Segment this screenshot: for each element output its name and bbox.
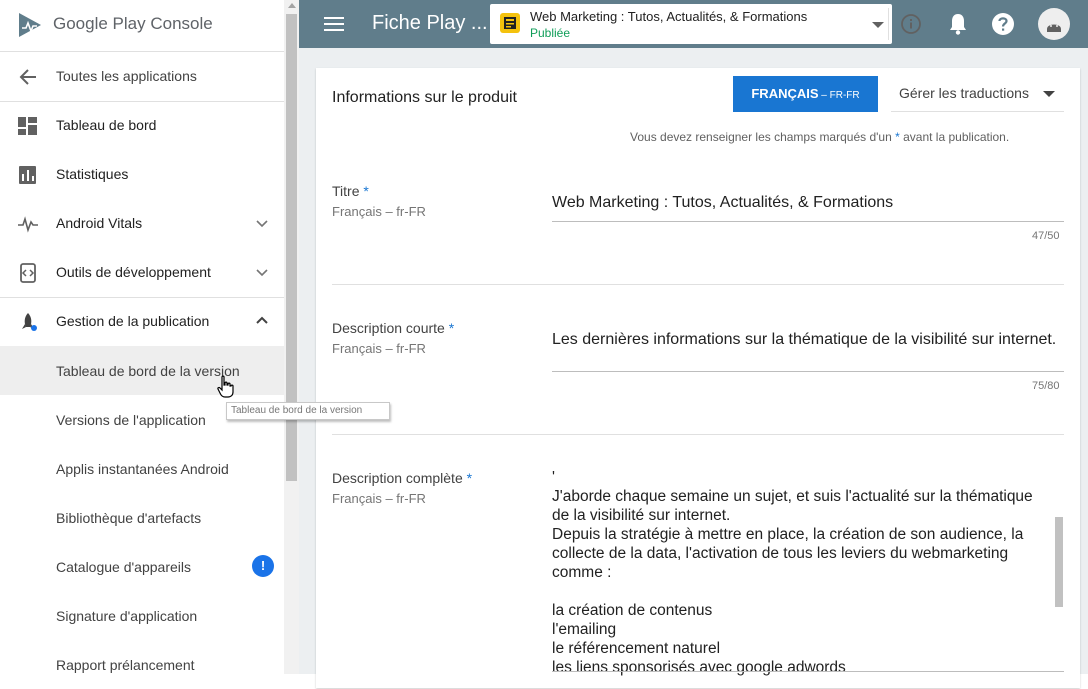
title-field-label: Titre * [332, 183, 369, 199]
sidebar-subitem-label: Signature d'application [56, 608, 198, 624]
required-fields-note: Vous devez renseigner les champs marqués… [630, 130, 1010, 144]
full-desc-line [552, 582, 1057, 601]
sidebar-item-statistics[interactable]: Statistiques [0, 150, 284, 199]
sidebar: Google Play Console Toutes les applicati… [0, 0, 284, 674]
card-title: Informations sur le produit [332, 89, 517, 106]
full-desc-line: ' [552, 469, 555, 486]
chevron-down-icon [256, 269, 268, 277]
sidebar-subitem-label: Applis instantanées Android [56, 461, 229, 477]
manage-translations-dropdown[interactable]: Gérer les traductions [891, 74, 1064, 112]
sidebar-item-release-management[interactable]: Gestion de la publication [0, 297, 284, 346]
full-desc-textarea[interactable]: ' J'aborde chaque semaine un sujet, et s… [552, 468, 1057, 677]
sidebar-item-label: Statistiques [56, 166, 129, 182]
app-status: Publiée [530, 26, 571, 40]
short-desc-input[interactable]: Les dernières informations sur la thémat… [552, 331, 1056, 349]
arrow-back-icon [19, 69, 36, 85]
full-desc-line: de la visibilité sur internet. [552, 507, 731, 524]
sidebar-subitem-instant-apps[interactable]: Applis instantanées Android [0, 444, 284, 493]
full-desc-line: l'emailing [552, 621, 617, 638]
full-desc-field-label: Description complète * [332, 470, 473, 486]
sidebar-subitem-app-signing[interactable]: Signature d'application [0, 591, 284, 640]
play-console-logo[interactable]: Google Play Console [0, 0, 284, 52]
back-label: Toutes les applications [56, 68, 197, 84]
sidebar-subitem-device-catalog[interactable]: Catalogue d'appareils ! [0, 542, 284, 591]
full-desc-line: les liens sponsorisés avec google adword… [552, 659, 846, 676]
top-bar: Fiche Play ... Web Marketing : Tutos, Ac… [299, 0, 1088, 48]
info-icon[interactable] [900, 13, 922, 35]
tooltip: Tableau de bord de la version [226, 402, 390, 420]
sidebar-subitem-release-dashboard[interactable]: Tableau de bord de la version [0, 346, 284, 395]
sidebar-subitem-label: Rapport prélancement [56, 657, 195, 673]
sidebar-subitem-label: Tableau de bord de la version [56, 363, 240, 379]
full-desc-field-language: Français – fr-FR [332, 491, 426, 506]
title-field-language: Français – fr-FR [332, 204, 426, 219]
full-desc-line: la création de contenus [552, 602, 713, 619]
product-info-card: Informations sur le produit FRANÇAIS – F… [316, 68, 1080, 688]
title-char-counter: 47/50 [1032, 230, 1060, 242]
bar-chart-icon [19, 166, 36, 184]
sidebar-item-label: Outils de développement [56, 264, 211, 280]
sidebar-item-label: Android Vitals [56, 215, 143, 231]
section-divider [332, 284, 1064, 285]
short-desc-input-underline [552, 371, 1064, 372]
language-button[interactable]: FRANÇAIS – FR-FR [733, 76, 878, 112]
caret-down-icon [872, 22, 884, 28]
chevron-down-icon [256, 220, 268, 228]
title-input[interactable]: Web Marketing : Tutos, Actualités, & For… [552, 194, 893, 212]
title-input-underline [552, 221, 1064, 222]
sidebar-subitem-label: Catalogue d'appareils [56, 559, 191, 575]
logo-text: Google Play Console [53, 14, 213, 33]
sidebar-item-label: Tableau de bord [56, 117, 157, 133]
short-desc-field-label: Description courte * [332, 320, 455, 336]
scroll-up-arrow-icon[interactable] [288, 3, 296, 8]
app-selector[interactable]: Web Marketing : Tutos, Actualités, & For… [490, 4, 921, 44]
page-title: Fiche Play ... [372, 12, 488, 34]
full-desc-line: le référencement naturel [552, 640, 721, 657]
dashboard-icon [18, 117, 37, 135]
chevron-up-icon [256, 316, 268, 324]
caret-down-icon [1043, 91, 1055, 97]
back-to-all-apps[interactable]: Toutes les applications [0, 52, 284, 101]
short-desc-field-language: Français – fr-FR [332, 341, 426, 356]
hamburger-menu-icon[interactable] [324, 15, 344, 33]
sidebar-subitem-pre-launch-report[interactable]: Rapport prélancement [0, 640, 284, 689]
alert-badge: ! [252, 555, 274, 577]
play-console-logo-icon [19, 13, 41, 37]
dev-tools-icon [20, 263, 36, 283]
sidebar-item-dashboard[interactable]: Tableau de bord [0, 101, 284, 150]
vitals-icon [18, 216, 38, 233]
app-icon [500, 13, 520, 33]
app-name: Web Marketing : Tutos, Actualités, & For… [530, 9, 808, 24]
help-icon[interactable] [991, 12, 1015, 36]
rocket-icon [22, 313, 37, 331]
full-desc-line: collecte de la data, l'activation de tou… [552, 545, 1009, 562]
manage-translations-label: Gérer les traductions [899, 85, 1029, 101]
sidebar-subitem-label: Bibliothèque d'artefacts [56, 510, 202, 526]
avatar[interactable] [1038, 8, 1070, 40]
hand-cursor-icon [217, 375, 234, 398]
full-desc-line: comme : [552, 564, 612, 581]
sidebar-item-dev-tools[interactable]: Outils de développement [0, 248, 284, 297]
notifications-bell-icon[interactable] [947, 12, 969, 36]
sidebar-subitem-label: Versions de l'application [56, 412, 206, 428]
sidebar-subitem-artifact-library[interactable]: Bibliothèque d'artefacts [0, 493, 284, 542]
section-divider [332, 434, 1064, 435]
short-desc-char-counter: 75/80 [1032, 380, 1060, 392]
full-desc-input-underline [552, 671, 1064, 672]
full-desc-line: J'aborde chaque semaine un sujet, et sui… [552, 488, 1033, 505]
textarea-scrollbar-thumb[interactable] [1055, 517, 1063, 607]
full-desc-line: Depuis la stratégie à mettre en place, l… [552, 526, 1024, 543]
divider [888, 8, 889, 40]
sidebar-item-android-vitals[interactable]: Android Vitals [0, 199, 284, 248]
sidebar-item-label: Gestion de la publication [56, 313, 210, 329]
